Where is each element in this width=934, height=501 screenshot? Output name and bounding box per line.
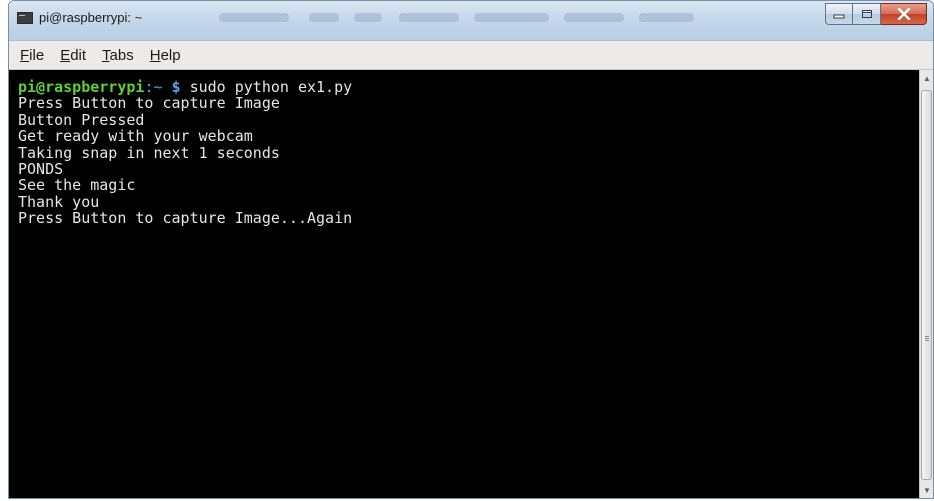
output-line: PONDS <box>18 160 64 179</box>
window-title: pi@raspberrypi: ~ <box>39 10 143 25</box>
menu-file-mnemonic: F <box>20 46 30 64</box>
output-line: See the magic <box>18 176 136 195</box>
output-line: Get ready with your webcam <box>18 127 253 146</box>
menu-help[interactable]: Help <box>143 45 188 66</box>
menu-edit-mnemonic: E <box>60 46 71 64</box>
background-window-blur <box>309 13 339 22</box>
background-window-blur <box>564 13 624 22</box>
menu-tabs[interactable]: Tabs <box>95 45 141 66</box>
background-window-blur <box>219 13 289 22</box>
background-window-blur <box>474 13 549 22</box>
terminal-window: pi@raspberrypi: ~ File Edit Tabs Help pi… <box>8 0 934 499</box>
menu-file[interactable]: File <box>13 45 51 66</box>
command-text: sudo python ex1.py <box>189 78 353 96</box>
scroll-thumb[interactable] <box>921 90 932 480</box>
caption-buttons <box>825 3 927 25</box>
menu-tabs-label: abs <box>109 46 134 64</box>
minimize-button[interactable] <box>825 3 853 25</box>
terminal-output[interactable]: pi@raspberrypi:~ $ sudo python ex1.py Pre… <box>9 70 919 498</box>
menu-tabs-mnemonic: T <box>102 46 110 64</box>
background-window-blur <box>639 13 694 22</box>
menu-edit-label: dit <box>70 46 87 64</box>
title-bar[interactable]: pi@raspberrypi: ~ <box>9 1 933 40</box>
maximize-button[interactable] <box>853 3 881 25</box>
close-button[interactable] <box>881 3 927 25</box>
grip-icon <box>925 336 929 337</box>
output-line: Press Button to capture Image <box>18 94 280 113</box>
background-window-blur <box>354 13 382 22</box>
background-window-blur <box>399 13 459 22</box>
menu-edit[interactable]: Edit <box>53 45 93 66</box>
output-line: Taking snap in next 1 seconds <box>18 143 280 162</box>
vertical-scrollbar[interactable]: ▲ ▼ <box>919 70 933 498</box>
terminal-icon <box>17 12 33 24</box>
output-line: Press Button to capture Image...Again <box>18 209 353 228</box>
output-line: Thank you <box>18 192 100 211</box>
menu-help-mnemonic: H <box>149 46 161 64</box>
menu-file-label: ile <box>29 46 45 64</box>
command-line: pi@raspberrypi:~ $ sudo python ex1.py <box>18 79 919 95</box>
maximize-icon <box>861 10 872 18</box>
menu-help-label: elp <box>160 46 181 64</box>
minimize-icon <box>833 14 845 19</box>
prompt-user: pi@raspberrypi <box>18 78 145 96</box>
output-line: Button Pressed <box>18 110 145 129</box>
scroll-up-icon[interactable]: ▲ <box>922 74 932 84</box>
menu-bar: File Edit Tabs Help <box>9 40 933 70</box>
prompt-path: ~ <box>153 78 163 96</box>
prompt-sign: $ <box>171 78 181 96</box>
close-icon <box>897 8 910 20</box>
scroll-down-icon[interactable]: ▼ <box>922 486 932 496</box>
